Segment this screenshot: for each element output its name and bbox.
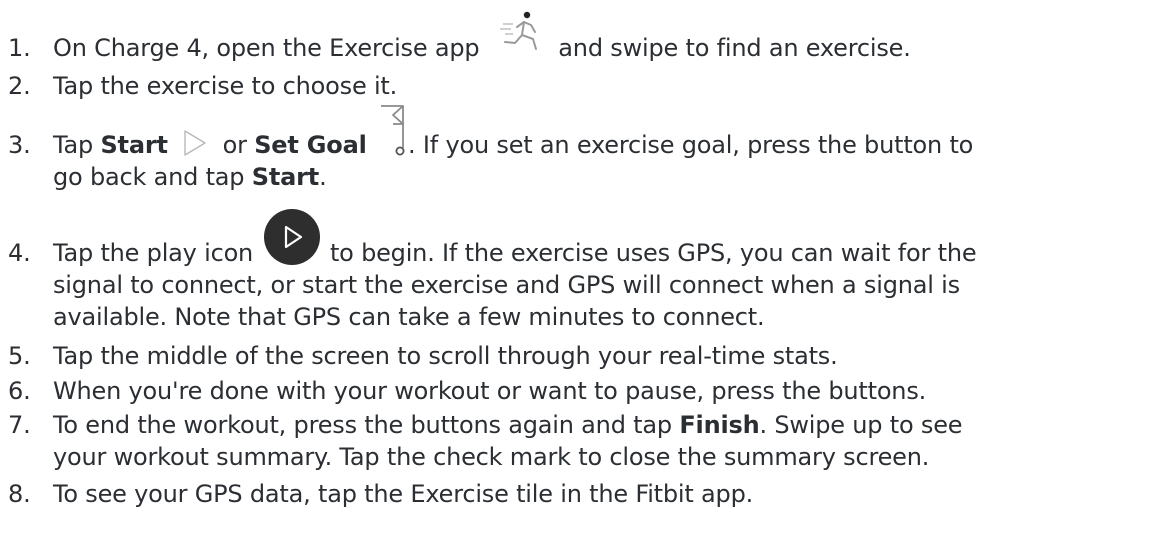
step-text-part: . — [319, 163, 327, 191]
step-number: 7. — [8, 411, 31, 439]
goal-flag-icon — [378, 105, 408, 162]
step-text: When you're done with your workout or wa… — [53, 377, 927, 405]
step-number: 2. — [8, 72, 31, 100]
step-text-part: to begin. If the exercise uses GPS, you … — [329, 239, 977, 267]
step-text: Tap the exercise to choose it. — [53, 72, 398, 100]
finish-label: Finish — [679, 411, 760, 439]
start-label: Start — [251, 163, 320, 191]
step-text-part: . Swipe up to see — [759, 411, 963, 439]
step-line: go back and tap Start. — [53, 161, 973, 193]
set-goal-label: Set Goal — [254, 131, 367, 159]
step-number: 8. — [8, 480, 31, 508]
step-text: To see your GPS data, tap the Exercise t… — [53, 480, 754, 508]
instructions-list: 1. On Charge 4, open the Exercise app an… — [0, 0, 1166, 557]
step-number: 3. — [8, 131, 31, 159]
step-text-part: To end the workout, press the buttons ag… — [53, 411, 672, 439]
step-text: Tap the play icon to begin. If the exerc… — [53, 209, 977, 333]
step-text: Tap Start or Set Goal . If you set an ex… — [53, 105, 974, 193]
step-text: On Charge 4, open the Exercise app and s… — [53, 11, 911, 65]
step-line: Tap Start or Set Goal . If you set an ex… — [53, 105, 974, 162]
step-line: signal to connect, or start the exercise… — [53, 271, 960, 299]
step-number: 6. — [8, 377, 31, 405]
step-line: your workout summary. Tap the check mark… — [53, 443, 930, 471]
step-text-part: . If you set an exercise goal, press the… — [408, 131, 974, 159]
step-text-part: or — [222, 131, 247, 159]
step-number: 4. — [8, 239, 31, 267]
step-number: 1. — [8, 34, 31, 62]
play-outline-icon — [181, 128, 209, 156]
exercise-app-icon — [491, 11, 547, 57]
step-text-part: Tap — [53, 131, 94, 159]
play-button-icon — [263, 209, 321, 270]
step-text: Tap the middle of the screen to scroll t… — [53, 342, 838, 370]
step-line: available. Note that GPS can take a few … — [53, 303, 765, 331]
step-number: 5. — [8, 342, 31, 370]
step-text-part: go back and tap — [53, 163, 245, 191]
step-line: To end the workout, press the buttons ag… — [53, 409, 963, 441]
step-text-part: On Charge 4, open the Exercise app — [53, 34, 480, 62]
step-text-part: Tap the play icon — [53, 239, 254, 267]
step-text-part: and swipe to find an exercise. — [558, 34, 911, 62]
step-text: To end the workout, press the buttons ag… — [53, 409, 963, 473]
step-line: Tap the play icon to begin. If the exerc… — [53, 209, 977, 270]
start-label: Start — [100, 131, 168, 159]
